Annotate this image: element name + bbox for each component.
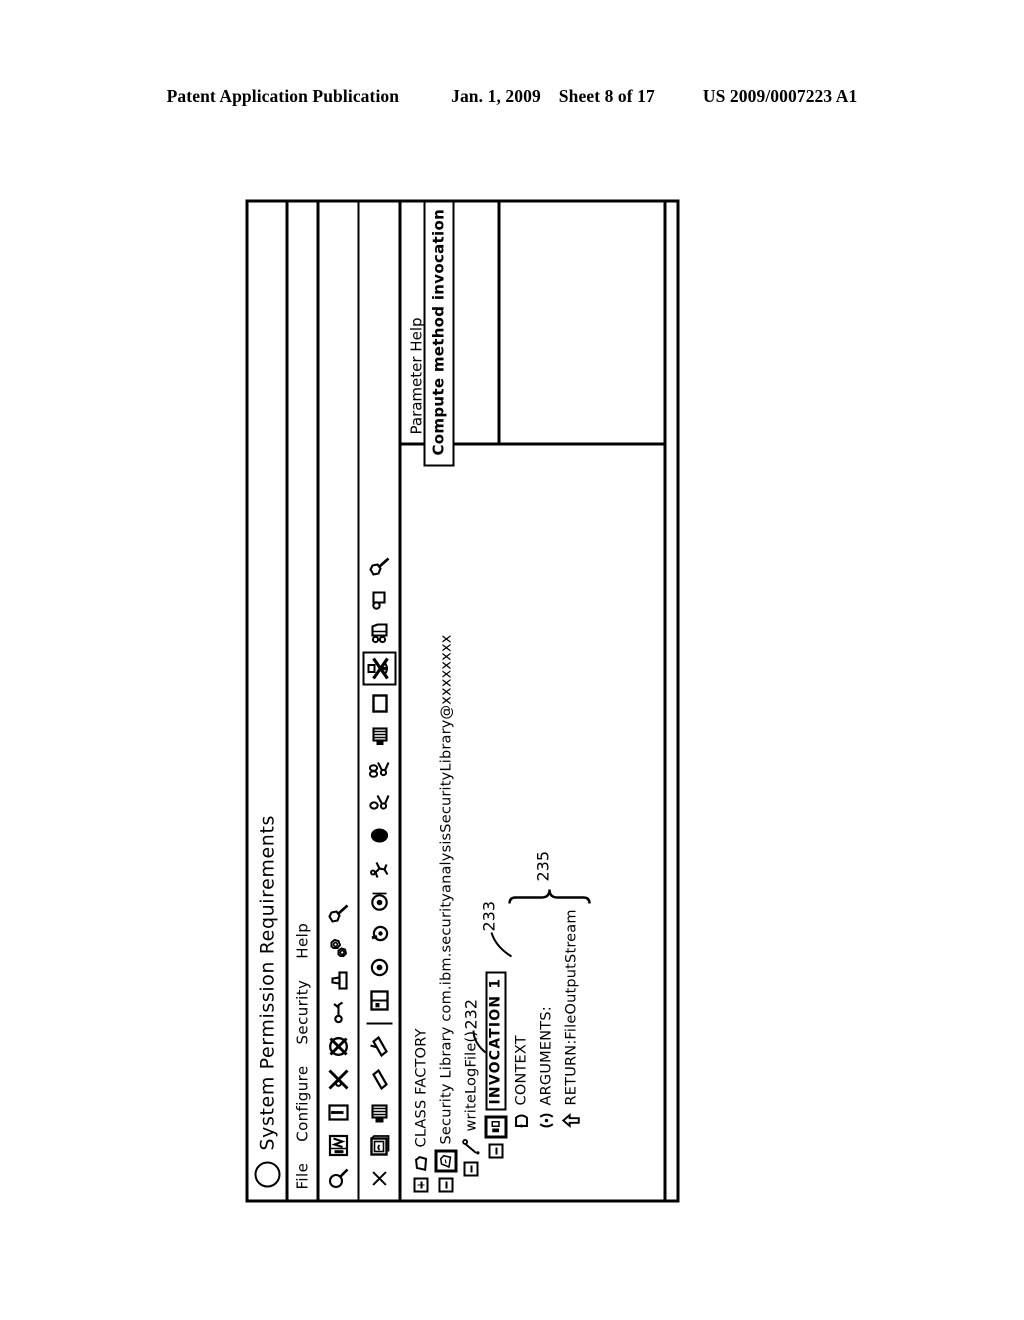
crossed-key-icon[interactable]: [324, 1065, 354, 1095]
tree-row-return[interactable]: RETURN:FileOutputStream: [559, 446, 584, 1131]
cylinder-stack-icon[interactable]: [364, 722, 394, 752]
filled-ellipse-icon[interactable]: [364, 821, 394, 851]
target-ring-icon[interactable]: [364, 953, 394, 983]
folder-factory-icon: [411, 1153, 431, 1173]
key-icon[interactable]: [324, 999, 354, 1029]
method-icon: [461, 1137, 481, 1157]
tree-row-security-library[interactable]: Security Library com.ibm.securityanalysi…: [434, 446, 459, 1193]
menu-item-configure[interactable]: Configure: [294, 1065, 312, 1141]
crossed-eye-icon[interactable]: [362, 651, 396, 686]
flag-tag-icon[interactable]: [364, 586, 394, 616]
right-pane-divider: [497, 202, 501, 443]
collapse-toggle-minus-icon[interactable]: [463, 1161, 479, 1177]
tree-label-return: RETURN:FileOutputStream: [563, 909, 579, 1106]
menu-item-file[interactable]: File: [294, 1163, 312, 1190]
window-title: System Permission Requirements: [256, 815, 278, 1151]
menu-bar: File Configure Security Help: [288, 202, 320, 1200]
crossed-circle-icon[interactable]: [324, 1032, 354, 1062]
tree-label-write-log-file: writeLogFile(): [463, 1030, 479, 1132]
collapse-toggle-minus-icon[interactable]: [488, 1143, 504, 1159]
gears-icon[interactable]: [324, 933, 354, 963]
tree-label-security-library: Security Library com.ibm.securityanalysi…: [438, 634, 454, 1145]
tilted-card-icon[interactable]: [364, 1065, 394, 1095]
tree-label-class-factory: CLASS FACTORY: [413, 1028, 429, 1148]
toolbar-row-2: [359, 202, 402, 1200]
status-bar: [663, 202, 677, 1200]
collapse-toggle-minus-icon[interactable]: [438, 1177, 454, 1193]
barrel-icon[interactable]: [364, 1098, 394, 1128]
toolbar-separator: [366, 1022, 392, 1025]
split-panel-icon[interactable]: [364, 986, 394, 1016]
tooltip-compute-method-invocation: Compute method invocation: [423, 202, 455, 467]
patent-date-label: Jan. 1, 2009: [451, 86, 541, 106]
tree-row-context[interactable]: CONTEXT: [509, 446, 534, 1131]
wrench-magnifier-icon[interactable]: [364, 553, 394, 583]
people-group-icon[interactable]: [364, 619, 394, 649]
tree-row-arguments[interactable]: ARGUMENTS:: [534, 446, 559, 1131]
right-pane: Parameter Help Compute method invocation: [401, 202, 664, 467]
library-icon: [434, 1149, 458, 1173]
figure-window-rotation-wrapper: System Permission Requirements File Conf…: [245, 199, 680, 1203]
note-window-icon[interactable]: [364, 1131, 394, 1161]
callout-235: 235: [533, 850, 553, 882]
column-field-icon[interactable]: [324, 1098, 354, 1128]
wrench-magnifier-icon[interactable]: [324, 900, 354, 930]
callout-232: 232: [461, 998, 481, 1030]
close-x-icon[interactable]: [364, 1164, 394, 1194]
callout-233: 233: [479, 900, 499, 932]
tree-row-invocation-1[interactable]: INVOCATION 1: [484, 446, 509, 1159]
stamp-icon[interactable]: [324, 966, 354, 996]
record-icon[interactable]: [364, 887, 394, 917]
invocation-icon: [484, 1115, 508, 1139]
tilted-flag-icon[interactable]: [364, 1032, 394, 1062]
tree-label-invocation-1: INVOCATION 1: [485, 971, 507, 1111]
person-running-icon[interactable]: [364, 854, 394, 884]
magnifier-icon[interactable]: [324, 1164, 354, 1194]
arguments-icon: [536, 1111, 556, 1131]
return-arrow-icon: [561, 1111, 581, 1131]
hand-pointer-icon[interactable]: [364, 920, 394, 950]
window-title-bar: System Permission Requirements: [248, 202, 289, 1200]
scissors-single-icon[interactable]: [364, 788, 394, 818]
toolbar-row-1: [319, 202, 360, 1200]
tree-label-arguments: ARGUMENTS:: [538, 1006, 554, 1106]
expand-toggle-plus-icon[interactable]: [413, 1177, 429, 1193]
menu-item-help[interactable]: Help: [294, 923, 312, 959]
chart-window-icon[interactable]: [324, 1131, 354, 1161]
circle-icon: [254, 1161, 280, 1188]
patent-number-label: US 2009/0007223 A1: [702, 86, 858, 106]
tree-pane: CLASS FACTORY Security Library com.ibm.s…: [402, 446, 664, 1200]
tree-row-class-factory[interactable]: CLASS FACTORY: [409, 446, 434, 1193]
menu-item-security[interactable]: Security: [294, 980, 312, 1045]
context-icon: [511, 1111, 531, 1131]
blank-page-icon[interactable]: [364, 689, 394, 719]
patent-sheet-label: Sheet 8 of 17: [558, 86, 655, 106]
application-window: System Permission Requirements File Conf…: [245, 199, 680, 1203]
patent-publication-label: Patent Application Publication: [166, 86, 400, 106]
patent-header: Patent Application Publication Jan. 1, 2…: [0, 86, 1024, 107]
tree-label-context: CONTEXT: [513, 1035, 529, 1106]
scissors-double-icon[interactable]: [364, 755, 394, 785]
window-body: CLASS FACTORY Security Library com.ibm.s…: [401, 202, 664, 1200]
tree-row-write-log-file[interactable]: writeLogFile(): [459, 446, 484, 1177]
